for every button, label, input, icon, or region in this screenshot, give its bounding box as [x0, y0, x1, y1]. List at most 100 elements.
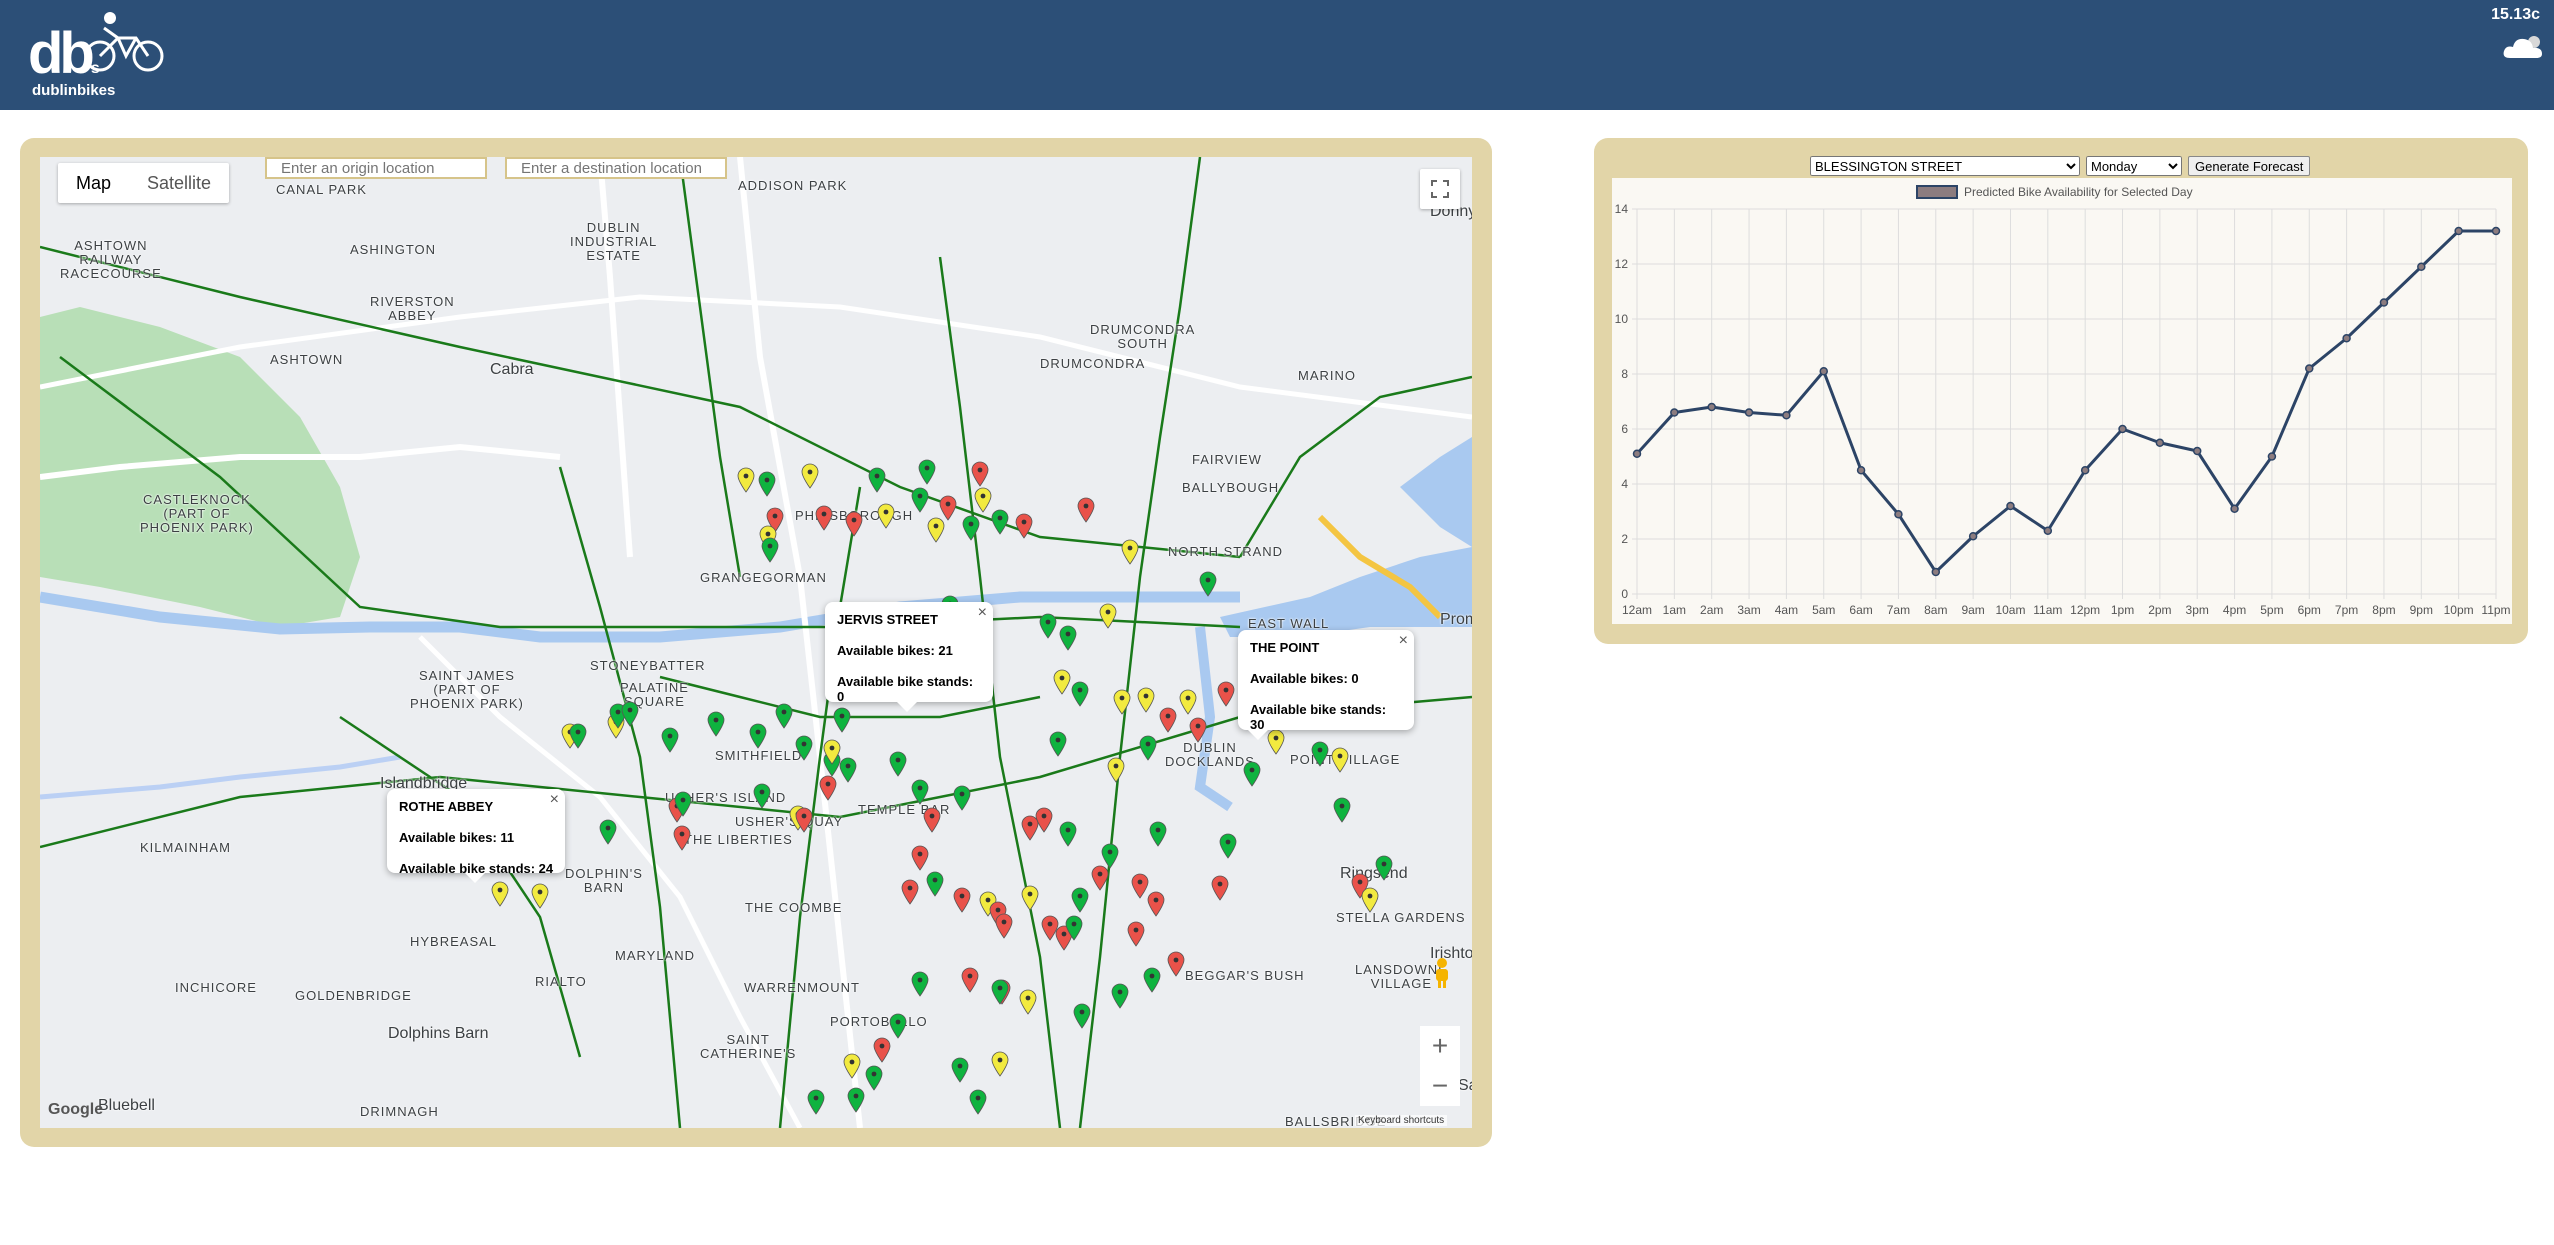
zoom-out-button[interactable]: −: [1420, 1066, 1460, 1106]
station-marker[interactable]: [868, 467, 886, 493]
station-marker[interactable]: [795, 735, 813, 761]
fullscreen-button[interactable]: [1420, 169, 1460, 209]
station-marker[interactable]: [1131, 873, 1149, 899]
station-marker[interactable]: [991, 509, 1009, 535]
station-marker[interactable]: [1167, 951, 1185, 977]
station-marker[interactable]: [674, 791, 692, 817]
station-marker[interactable]: [926, 871, 944, 897]
station-marker[interactable]: [1099, 603, 1117, 629]
origin-location-input[interactable]: [265, 157, 487, 179]
station-select[interactable]: BLESSINGTON STREET: [1810, 156, 2080, 176]
street-view-pegman-icon[interactable]: [1432, 957, 1452, 989]
station-marker[interactable]: [971, 461, 989, 487]
station-marker[interactable]: [621, 701, 639, 727]
station-marker[interactable]: [1311, 741, 1329, 767]
station-marker[interactable]: [833, 707, 851, 733]
station-marker[interactable]: [761, 537, 779, 563]
station-marker[interactable]: [1071, 887, 1089, 913]
close-icon[interactable]: ×: [1399, 632, 1408, 650]
station-marker[interactable]: [661, 727, 679, 753]
station-marker[interactable]: [753, 783, 771, 809]
station-marker[interactable]: [1217, 681, 1235, 707]
station-marker[interactable]: [961, 967, 979, 993]
station-marker[interactable]: [969, 1089, 987, 1115]
station-marker[interactable]: [1021, 885, 1039, 911]
station-marker[interactable]: [991, 979, 1009, 1005]
station-marker[interactable]: [1179, 689, 1197, 715]
station-marker[interactable]: [1053, 669, 1071, 695]
station-marker[interactable]: [1219, 833, 1237, 859]
station-marker[interactable]: [953, 887, 971, 913]
station-marker[interactable]: [901, 879, 919, 905]
station-marker[interactable]: [569, 723, 587, 749]
station-marker[interactable]: [962, 515, 980, 541]
close-icon[interactable]: ×: [978, 604, 987, 622]
station-marker[interactable]: [1107, 757, 1125, 783]
station-marker[interactable]: [1375, 855, 1393, 881]
station-marker[interactable]: [1071, 681, 1089, 707]
station-marker[interactable]: [749, 723, 767, 749]
station-marker[interactable]: [795, 807, 813, 833]
station-marker[interactable]: [1019, 989, 1037, 1015]
zoom-in-button[interactable]: +: [1420, 1026, 1460, 1066]
station-marker[interactable]: [877, 503, 895, 529]
station-marker[interactable]: [1159, 707, 1177, 733]
station-marker[interactable]: [1059, 625, 1077, 651]
station-marker[interactable]: [1039, 613, 1057, 639]
station-marker[interactable]: [815, 505, 833, 531]
station-marker[interactable]: [801, 463, 819, 489]
station-marker[interactable]: [1127, 921, 1145, 947]
station-marker[interactable]: [923, 807, 941, 833]
station-marker[interactable]: [918, 459, 936, 485]
station-marker[interactable]: [1243, 761, 1261, 787]
station-marker[interactable]: [1065, 915, 1083, 941]
station-marker[interactable]: [1333, 797, 1351, 823]
map-type-map-button[interactable]: Map: [58, 163, 129, 203]
station-marker[interactable]: [1111, 983, 1129, 1009]
station-marker[interactable]: [865, 1065, 883, 1091]
dublinbikes-logo[interactable]: dbs dublinbikes: [28, 8, 164, 100]
station-marker[interactable]: [599, 819, 617, 845]
station-marker[interactable]: [1147, 891, 1165, 917]
station-marker[interactable]: [807, 1089, 825, 1115]
close-icon[interactable]: ×: [550, 791, 559, 809]
station-marker[interactable]: [927, 517, 945, 543]
keyboard-shortcuts-link[interactable]: Keyboard shortcuts: [1355, 1115, 1448, 1126]
station-marker[interactable]: [531, 883, 549, 909]
destination-location-input[interactable]: [505, 157, 727, 179]
station-marker[interactable]: [737, 467, 755, 493]
station-marker[interactable]: [843, 1053, 861, 1079]
station-marker[interactable]: [673, 825, 691, 851]
station-marker[interactable]: [953, 785, 971, 811]
station-marker[interactable]: [1331, 747, 1349, 773]
station-marker[interactable]: [995, 913, 1013, 939]
station-marker[interactable]: [991, 1051, 1009, 1077]
station-marker[interactable]: [707, 711, 725, 737]
station-marker[interactable]: [889, 751, 907, 777]
map-type-satellite-button[interactable]: Satellite: [129, 163, 229, 203]
station-marker[interactable]: [839, 757, 857, 783]
station-marker[interactable]: [1361, 887, 1379, 913]
station-marker[interactable]: [1073, 1003, 1091, 1029]
station-marker[interactable]: [1113, 689, 1131, 715]
station-marker[interactable]: [911, 971, 929, 997]
station-marker[interactable]: [1267, 729, 1285, 755]
station-marker[interactable]: [1211, 875, 1229, 901]
station-marker[interactable]: [1049, 731, 1067, 757]
station-marker[interactable]: [911, 779, 929, 805]
station-marker[interactable]: [889, 1013, 907, 1039]
station-marker[interactable]: [974, 487, 992, 513]
station-marker[interactable]: [775, 703, 793, 729]
station-map[interactable]: ASHTOWN RAILWAY RACECOURSE DUBLIN INDUSTR…: [40, 157, 1472, 1128]
station-marker[interactable]: [1139, 735, 1157, 761]
station-marker[interactable]: [1121, 539, 1139, 565]
station-marker[interactable]: [823, 739, 841, 765]
station-marker[interactable]: [951, 1057, 969, 1083]
station-marker[interactable]: [845, 511, 863, 537]
station-marker[interactable]: [1015, 513, 1033, 539]
station-marker[interactable]: [1137, 687, 1155, 713]
station-marker[interactable]: [758, 471, 776, 497]
station-marker[interactable]: [491, 881, 509, 907]
station-marker[interactable]: [873, 1037, 891, 1063]
station-marker[interactable]: [1143, 967, 1161, 993]
